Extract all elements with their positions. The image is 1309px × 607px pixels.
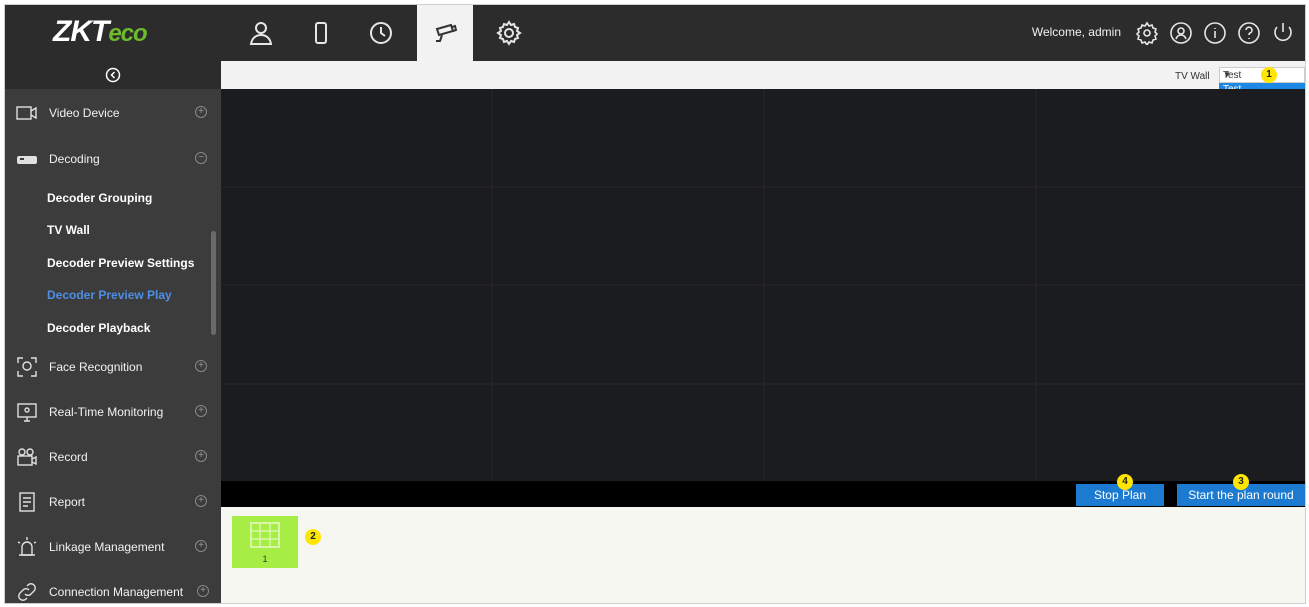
top-bar: ZKTeco Welcome, admin: [5, 5, 1305, 61]
tvwall-label: TV Wall: [1175, 71, 1210, 82]
video-cell[interactable]: [493, 384, 763, 481]
sidebar-item-label: Linkage Management: [49, 540, 165, 554]
sidebar-subitem-decoder-grouping[interactable]: Decoder Grouping: [47, 191, 152, 205]
gear-icon[interactable]: [481, 5, 537, 61]
door-icon[interactable]: [293, 5, 349, 61]
clock-icon[interactable]: [353, 5, 409, 61]
sidebar-item-real-time-monitoring[interactable]: Real-Time Monitoring +: [5, 390, 221, 434]
help-icon[interactable]: [1237, 21, 1261, 45]
expand-icon[interactable]: +: [195, 360, 207, 372]
video-device-icon: [16, 106, 37, 120]
sidebar-scrollbar[interactable]: [211, 231, 216, 335]
callout-badge-2: 2: [305, 529, 321, 545]
plan-grid-icon: [250, 522, 280, 548]
link-icon: [18, 583, 36, 601]
sidebar-item-video-device[interactable]: Video Device +: [5, 91, 221, 135]
sidebar-item-linkage-management[interactable]: Linkage Management +: [5, 525, 221, 569]
sidebar-collapse-button[interactable]: [5, 61, 221, 89]
sidebar-subitem-decoder-playback[interactable]: Decoder Playback: [47, 321, 150, 335]
camera-icon[interactable]: [417, 5, 473, 61]
action-bar: Stop Plan Start the plan round: [221, 481, 1305, 507]
expand-icon[interactable]: +: [195, 106, 207, 118]
collapse-icon[interactable]: −: [195, 152, 207, 164]
monitor-icon: [17, 403, 37, 422]
sidebar-item-label: Video Device: [49, 106, 120, 120]
video-cell[interactable]: [221, 89, 491, 186]
decoding-icon: [17, 156, 37, 164]
callout-badge-4: 4: [1117, 474, 1133, 490]
plan-thumbnail[interactable]: 1: [232, 516, 298, 568]
app-window: ZKTeco Welcome, admin Video Device + Dec…: [4, 4, 1306, 604]
callout-badge-1: 1: [1261, 67, 1277, 83]
expand-icon[interactable]: +: [197, 585, 209, 597]
sidebar-item-connection-management[interactable]: Connection Management +: [5, 570, 221, 603]
expand-icon[interactable]: +: [195, 495, 207, 507]
logo: ZKTeco: [53, 15, 148, 48]
face-icon: [17, 357, 37, 377]
alarm-icon: [17, 537, 37, 556]
sidebar: Video Device + Decoding − Decoder Groupi…: [5, 61, 221, 603]
sidebar-item-report[interactable]: Report +: [5, 480, 221, 524]
sidebar-item-label: Connection Management: [49, 585, 184, 599]
sidebar-item-record[interactable]: Record +: [5, 435, 221, 479]
video-cell[interactable]: [1037, 89, 1305, 186]
sidebar-subitem-decoder-preview-settings[interactable]: Decoder Preview Settings: [47, 256, 194, 270]
video-cell[interactable]: [1037, 187, 1305, 284]
expand-icon[interactable]: +: [195, 540, 207, 552]
sidebar-item-label: Report: [49, 495, 86, 509]
video-cell[interactable]: [221, 187, 491, 284]
info-icon[interactable]: [1203, 21, 1227, 45]
video-cell[interactable]: [765, 89, 1035, 186]
user-circle-icon[interactable]: [1169, 21, 1193, 45]
person-icon[interactable]: [233, 5, 289, 61]
chevron-left-icon: [105, 67, 121, 83]
settings-icon[interactable]: [1135, 21, 1159, 47]
sidebar-item-label: Real-Time Monitoring: [49, 405, 164, 419]
report-icon: [19, 492, 35, 512]
toolbar: TV Wall Test ▼ Test 1: [221, 61, 1305, 97]
video-cell[interactable]: [493, 286, 763, 383]
sidebar-subitem-tv-wall[interactable]: TV Wall: [47, 223, 90, 237]
sidebar-item-label: Face Recognition: [49, 360, 143, 374]
tv-wall-grid: [221, 89, 1305, 481]
power-icon[interactable]: [1271, 21, 1295, 45]
sidebar-item-label: Decoding: [49, 152, 100, 166]
sidebar-item-label: Record: [49, 450, 88, 464]
video-cell[interactable]: [765, 384, 1035, 481]
expand-icon[interactable]: +: [195, 405, 207, 417]
expand-icon[interactable]: +: [195, 450, 207, 462]
video-cell[interactable]: [1037, 384, 1305, 481]
callout-badge-3: 3: [1233, 474, 1249, 490]
sidebar-subitem-decoder-preview-play[interactable]: Decoder Preview Play: [47, 288, 172, 302]
record-icon: [17, 448, 37, 466]
sidebar-item-face-recognition[interactable]: Face Recognition +: [5, 345, 221, 389]
sidebar-item-decoding[interactable]: Decoding −: [5, 137, 221, 181]
video-cell[interactable]: [493, 187, 763, 284]
welcome-text: Welcome, admin: [1031, 25, 1121, 39]
video-cell[interactable]: [493, 89, 763, 186]
video-cell[interactable]: [221, 286, 491, 383]
plan-list: 1 2: [221, 507, 1305, 603]
video-cell[interactable]: [765, 187, 1035, 284]
plan-label: 1: [262, 554, 268, 564]
video-cell[interactable]: [1037, 286, 1305, 383]
video-cell[interactable]: [221, 384, 491, 481]
video-cell[interactable]: [765, 286, 1035, 383]
